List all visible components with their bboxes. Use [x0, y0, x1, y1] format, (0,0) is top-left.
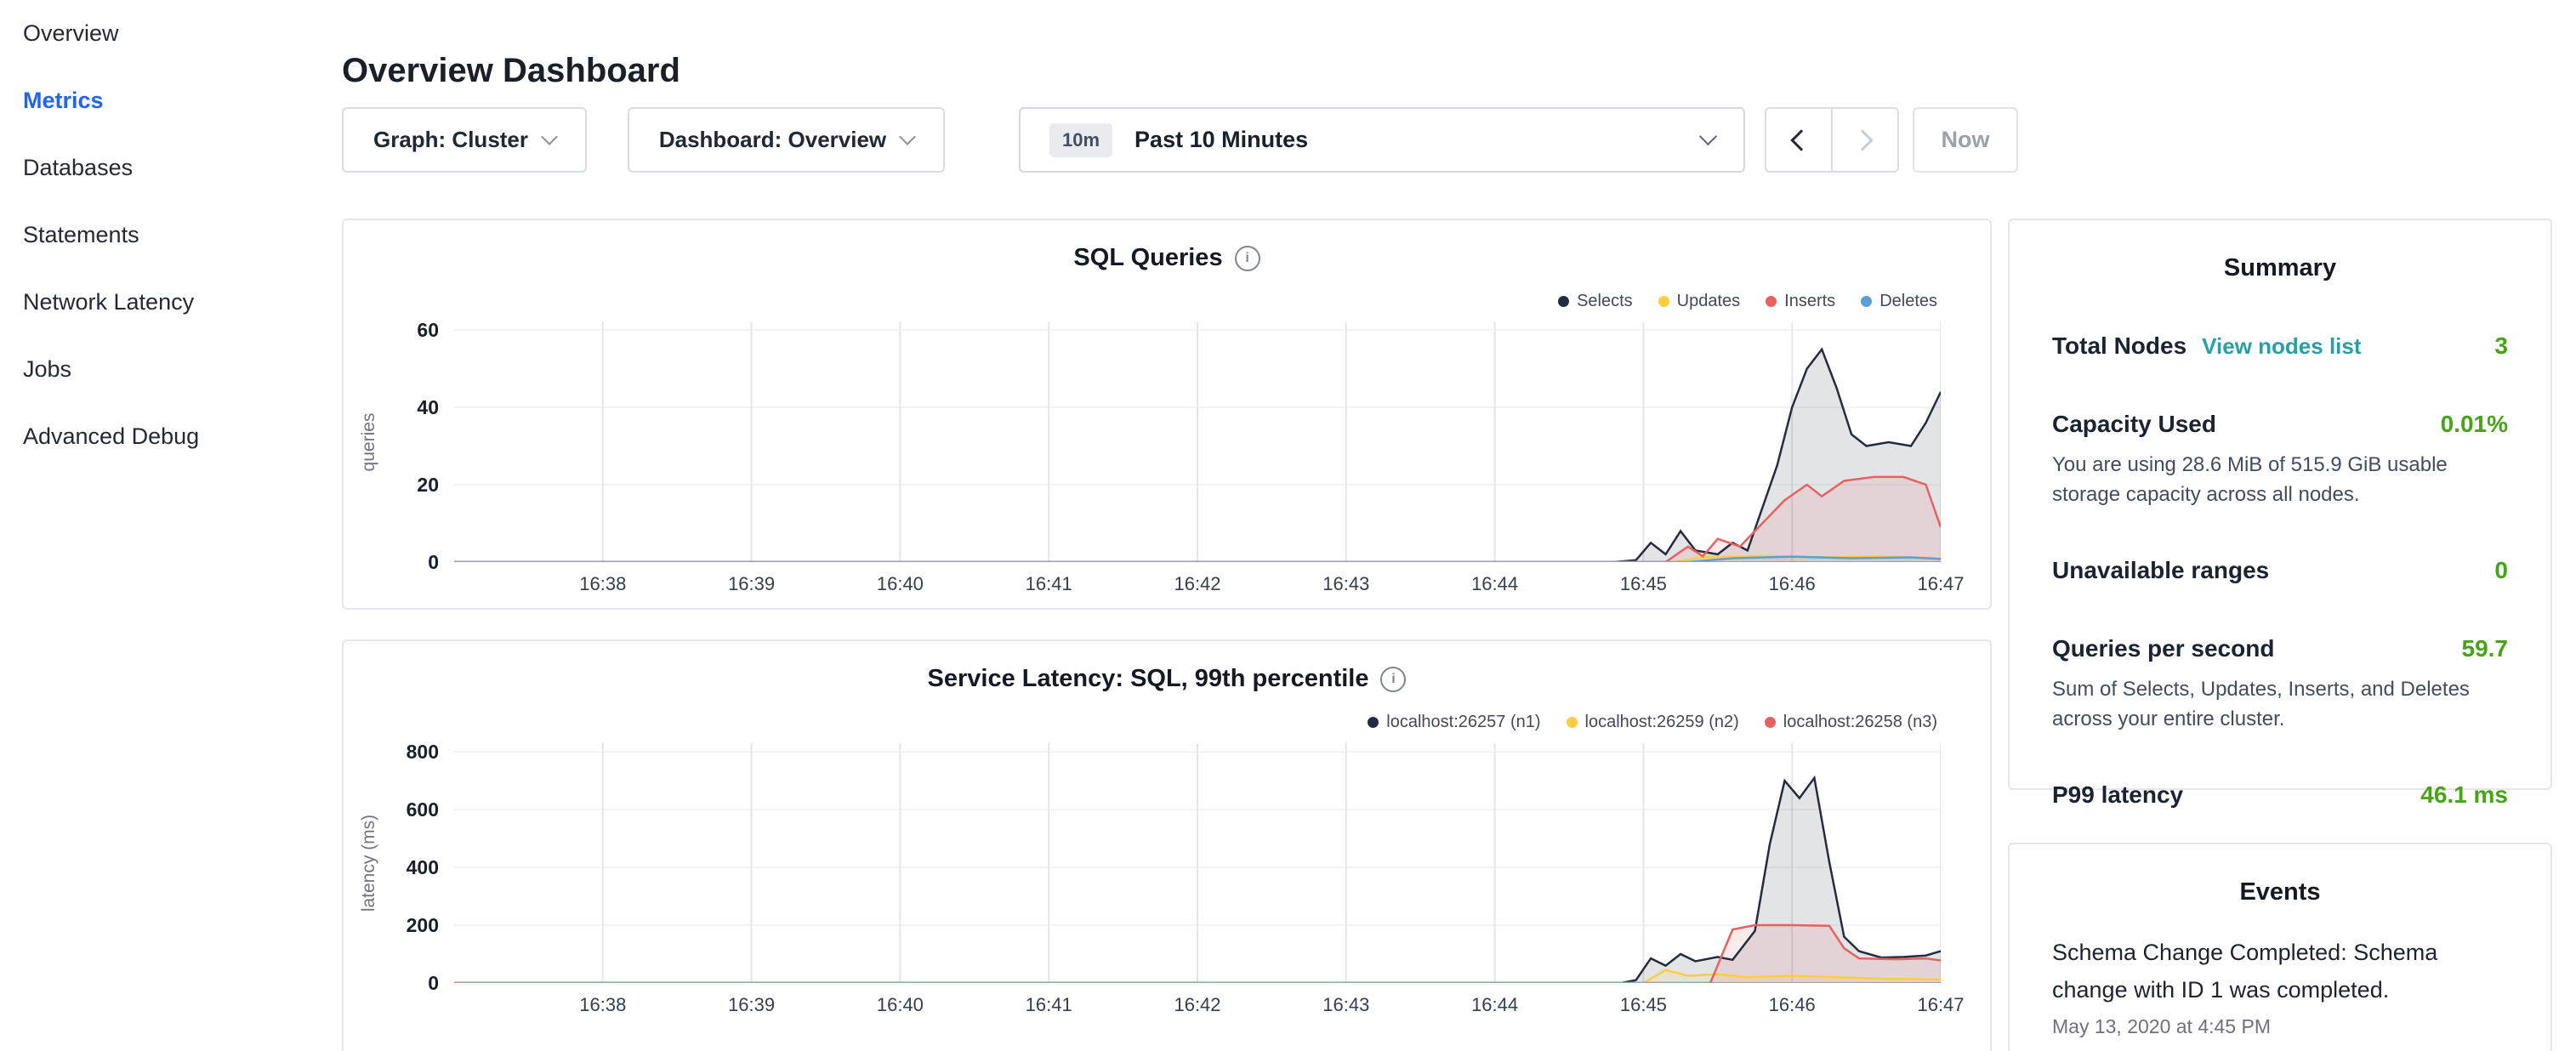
- chart-legend: Selects Updates Inserts Deletes: [1558, 292, 1937, 311]
- summary-value: 3: [2494, 329, 2508, 363]
- summary-label: Unavailable ranges: [2052, 554, 2269, 588]
- legend-item[interactable]: Inserts: [1766, 292, 1835, 311]
- sidebar-item-statements[interactable]: Statements: [0, 202, 342, 269]
- y-axis-label: queries: [359, 413, 379, 472]
- legend-item[interactable]: localhost:26259 (n2): [1567, 713, 1739, 732]
- legend-dot-icon: [1765, 717, 1776, 728]
- summary-row-total-nodes: Total Nodes View nodes list 3: [2052, 329, 2508, 363]
- summary-panel: Summary Total Nodes View nodes list 3 Ca…: [2008, 219, 2552, 790]
- chart-plot[interactable]: [454, 743, 1941, 983]
- sidebar-item-advanced-debug[interactable]: Advanced Debug: [0, 403, 342, 470]
- chart-title: Service Latency: SQL, 99th percentile: [928, 665, 1369, 692]
- chevron-right-icon: [1851, 129, 1873, 151]
- summary-row-unavailable-ranges: Unavailable ranges 0: [2052, 554, 2508, 588]
- chevron-left-icon: [1790, 129, 1811, 151]
- admin-ui-page: Overview Metrics Databases Statements Ne…: [0, 0, 2576, 1051]
- info-icon[interactable]: i: [1380, 667, 1406, 692]
- sql-queries-chart: SQL Queries i Selects Updates Inserts Delete…: [342, 219, 1992, 610]
- summary-desc: Sum of Selects, Updates, Inserts, and De…: [2052, 674, 2508, 734]
- info-icon[interactable]: i: [1235, 246, 1260, 271]
- prev-range-button[interactable]: [1765, 107, 1833, 173]
- summary-value: 46.1 ms: [2420, 778, 2508, 812]
- chart-legend: localhost:26257 (n1) localhost:26259 (n2)…: [1368, 713, 1937, 732]
- summary-row-queries-per-second: Queries per second 59.7 Sum of Selects, …: [2052, 632, 2508, 734]
- sidebar-item-jobs[interactable]: Jobs: [0, 336, 342, 403]
- summary-label: Queries per second: [2052, 632, 2274, 666]
- time-range-nav: [1765, 107, 1899, 173]
- toolbar: Graph: Cluster Dashboard: Overview 10m P…: [342, 107, 2383, 173]
- summary-value: 0.01%: [2441, 407, 2508, 441]
- summary-label: P99 latency: [2052, 778, 2183, 812]
- summary-title: Summary: [2010, 251, 2550, 285]
- time-range-label: Past 10 Minutes: [1134, 127, 1308, 153]
- events-panel: Events Schema Change Completed: Schema c…: [2008, 843, 2552, 1051]
- sidebar-item-network-latency[interactable]: Network Latency: [0, 269, 342, 336]
- legend-item[interactable]: Updates: [1658, 292, 1741, 311]
- now-button[interactable]: Now: [1913, 107, 2018, 173]
- legend-dot-icon: [1567, 717, 1578, 728]
- y-axis-label: latency (ms): [359, 815, 379, 912]
- sidebar: Overview Metrics Databases Statements Ne…: [0, 0, 342, 1051]
- legend-item[interactable]: localhost:26258 (n3): [1765, 713, 1937, 732]
- summary-label: Capacity Used: [2052, 407, 2216, 441]
- event-timestamp: May 13, 2020 at 4:45 PM: [2052, 1014, 2508, 1039]
- service-latency-chart: Service Latency: SQL, 99th percentile i l…: [342, 639, 1992, 1051]
- legend-dot-icon: [1658, 296, 1669, 307]
- chevron-down-icon: [1699, 128, 1717, 145]
- sidebar-item-databases[interactable]: Databases: [0, 134, 342, 202]
- legend-item[interactable]: Selects: [1558, 292, 1633, 311]
- summary-value: 59.7: [2462, 632, 2509, 666]
- legend-item[interactable]: Deletes: [1861, 292, 1937, 311]
- page-title: Overview Dashboard: [342, 48, 680, 93]
- sidebar-item-overview[interactable]: Overview: [0, 0, 342, 67]
- summary-label: Total Nodes: [2052, 329, 2186, 363]
- dashboard-dropdown[interactable]: Dashboard: Overview: [628, 107, 945, 173]
- chart-plot[interactable]: [454, 322, 1941, 562]
- summary-value: 0: [2494, 554, 2508, 588]
- time-range-dropdown[interactable]: 10m Past 10 Minutes: [1019, 107, 1745, 173]
- chevron-down-icon: [541, 128, 558, 145]
- legend-item[interactable]: localhost:26257 (n1): [1368, 713, 1540, 732]
- summary-row-capacity-used: Capacity Used 0.01% You are using 28.6 M…: [2052, 407, 2508, 509]
- chart-title: SQL Queries: [1073, 244, 1222, 271]
- chevron-down-icon: [899, 128, 916, 145]
- time-range-badge: 10m: [1049, 123, 1112, 157]
- events-title: Events: [2010, 875, 2550, 909]
- event-text: Schema Change Completed: Schema change w…: [2052, 934, 2508, 1008]
- legend-dot-icon: [1766, 296, 1777, 307]
- legend-dot-icon: [1861, 296, 1872, 307]
- legend-dot-icon: [1368, 717, 1379, 728]
- summary-desc: You are using 28.6 MiB of 515.9 GiB usab…: [2052, 450, 2508, 509]
- view-nodes-link[interactable]: View nodes list: [2202, 329, 2361, 363]
- summary-row-p99-latency: P99 latency 46.1 ms: [2052, 778, 2508, 812]
- event-item[interactable]: Schema Change Completed: Schema change w…: [2052, 934, 2508, 1039]
- next-range-button[interactable]: [1831, 107, 1899, 173]
- dashboard-dropdown-label: Dashboard: Overview: [659, 127, 886, 153]
- graph-dropdown-label: Graph: Cluster: [373, 127, 528, 153]
- legend-dot-icon: [1558, 296, 1569, 307]
- graph-dropdown[interactable]: Graph: Cluster: [342, 107, 587, 173]
- sidebar-item-metrics[interactable]: Metrics: [0, 67, 342, 134]
